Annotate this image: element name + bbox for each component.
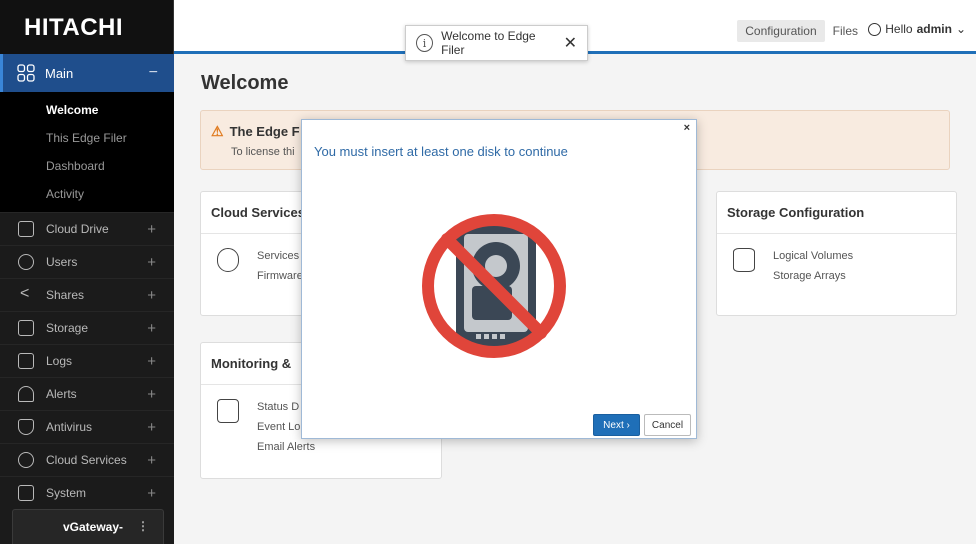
sidebar-item-label: Cloud Services <box>46 453 127 467</box>
logical-volumes-link[interactable]: Logical Volumes <box>773 246 956 266</box>
sidebar-item-label: System <box>46 486 87 500</box>
sidebar-item-main[interactable]: Main − <box>0 54 174 92</box>
expand-icon[interactable]: + <box>147 353 156 370</box>
submenu-item-welcome[interactable]: Welcome <box>0 96 174 124</box>
close-icon[interactable]: × <box>684 122 690 134</box>
cloud-gear-icon <box>18 452 34 468</box>
no-disk-icon <box>422 214 566 358</box>
expand-icon[interactable]: + <box>147 221 156 238</box>
sidebar-item-label: Shares <box>46 288 85 302</box>
logs-icon <box>18 353 34 369</box>
cancel-button[interactable]: Cancel <box>644 414 691 436</box>
sidebar-item-users[interactable]: Users + <box>0 245 174 278</box>
storage-icon <box>18 320 34 336</box>
email-alerts-link[interactable]: Email Alerts <box>257 437 441 457</box>
insert-disk-modal: × You must insert at least one disk to c… <box>301 119 697 439</box>
modal-title: You must insert at least one disk to con… <box>314 144 568 159</box>
submenu-item-activity[interactable]: Activity <box>0 180 174 208</box>
main-submenu: Welcome This Edge Filer Dashboard Activi… <box>0 92 174 212</box>
card-title: Storage Configuration <box>717 192 956 234</box>
sidebar-item-antivirus[interactable]: Antivirus + <box>0 410 174 443</box>
warning-title-text: The Edge F <box>229 124 300 139</box>
sidebar-item-cloud-services[interactable]: Cloud Services + <box>0 443 174 476</box>
sidebar: Main − Welcome This Edge Filer Dashboard… <box>0 54 174 544</box>
system-icon <box>18 485 34 501</box>
sidebar-item-label: Cloud Drive <box>46 222 109 236</box>
warning-title: ⚠ The Edge F <box>211 123 300 140</box>
brand-logo[interactable]: HITACHI <box>24 14 123 42</box>
database-icon <box>733 248 755 272</box>
shield-icon <box>18 419 34 435</box>
share-icon <box>18 285 34 303</box>
cloud-gear-icon <box>217 248 239 272</box>
sidebar-item-shares[interactable]: Shares + <box>0 278 174 311</box>
collapse-icon[interactable]: − <box>149 64 158 82</box>
storage-arrays-link[interactable]: Storage Arrays <box>773 266 956 286</box>
gateway-card[interactable]: vGateway- ⋮ <box>12 509 164 544</box>
bell-icon <box>18 386 34 402</box>
welcome-toast: i Welcome to Edge Filer ✕ <box>405 25 588 61</box>
expand-icon[interactable]: + <box>147 419 156 436</box>
top-tabs: Configuration Files <box>737 20 866 42</box>
tab-files[interactable]: Files <box>825 20 866 42</box>
next-button[interactable]: Next › <box>593 414 640 436</box>
info-icon: i <box>416 34 434 52</box>
sidebar-item-label: Logs <box>46 354 73 368</box>
submenu-item-dashboard[interactable]: Dashboard <box>0 152 174 180</box>
sidebar-item-label: Main <box>45 65 74 81</box>
user-greeting: Hello <box>885 22 913 36</box>
more-icon[interactable]: ⋮ <box>137 519 149 533</box>
toast-message: Welcome to Edge Filer <box>441 29 536 57</box>
expand-icon[interactable]: + <box>147 386 156 403</box>
expand-icon[interactable]: + <box>147 287 156 304</box>
sidebar-item-cloud-drive[interactable]: Cloud Drive + <box>0 212 174 245</box>
cloud-drive-icon <box>18 221 34 237</box>
chevron-down-icon: ⌄ <box>955 22 966 36</box>
storage-configuration-card: Storage Configuration Logical Volumes St… <box>716 191 957 316</box>
expand-icon[interactable]: + <box>147 485 156 502</box>
sidebar-item-logs[interactable]: Logs + <box>0 344 174 377</box>
submenu-item-this-edge-filer[interactable]: This Edge Filer <box>0 124 174 152</box>
expand-icon[interactable]: + <box>147 452 156 469</box>
sidebar-item-label: Antivirus <box>46 420 93 434</box>
user-name: admin <box>916 22 952 36</box>
warning-text: To license thi <box>231 146 295 158</box>
expand-icon[interactable]: + <box>147 320 156 337</box>
document-list-icon <box>217 399 239 423</box>
users-icon <box>18 254 34 270</box>
close-icon[interactable]: ✕ <box>564 33 577 53</box>
sidebar-item-label: Alerts <box>46 387 77 401</box>
gateway-name: vGateway- <box>63 520 124 534</box>
user-icon <box>868 22 882 36</box>
card-body: Logical Volumes Storage Arrays <box>717 234 956 286</box>
grid-icon <box>17 64 35 82</box>
sidebar-item-label: Users <box>46 255 78 269</box>
page-title: Welcome <box>201 72 289 94</box>
tab-configuration[interactable]: Configuration <box>737 20 825 42</box>
sidebar-item-label: Storage <box>46 321 89 335</box>
user-menu[interactable]: Hello admin ⌄ <box>868 22 966 36</box>
sidebar-item-system[interactable]: System + <box>0 476 174 509</box>
expand-icon[interactable]: + <box>147 254 156 271</box>
sidebar-item-storage[interactable]: Storage + <box>0 311 174 344</box>
sidebar-item-alerts[interactable]: Alerts + <box>0 377 174 410</box>
warning-icon: ⚠ <box>211 123 224 139</box>
brand-area: HITACHI <box>0 0 174 54</box>
